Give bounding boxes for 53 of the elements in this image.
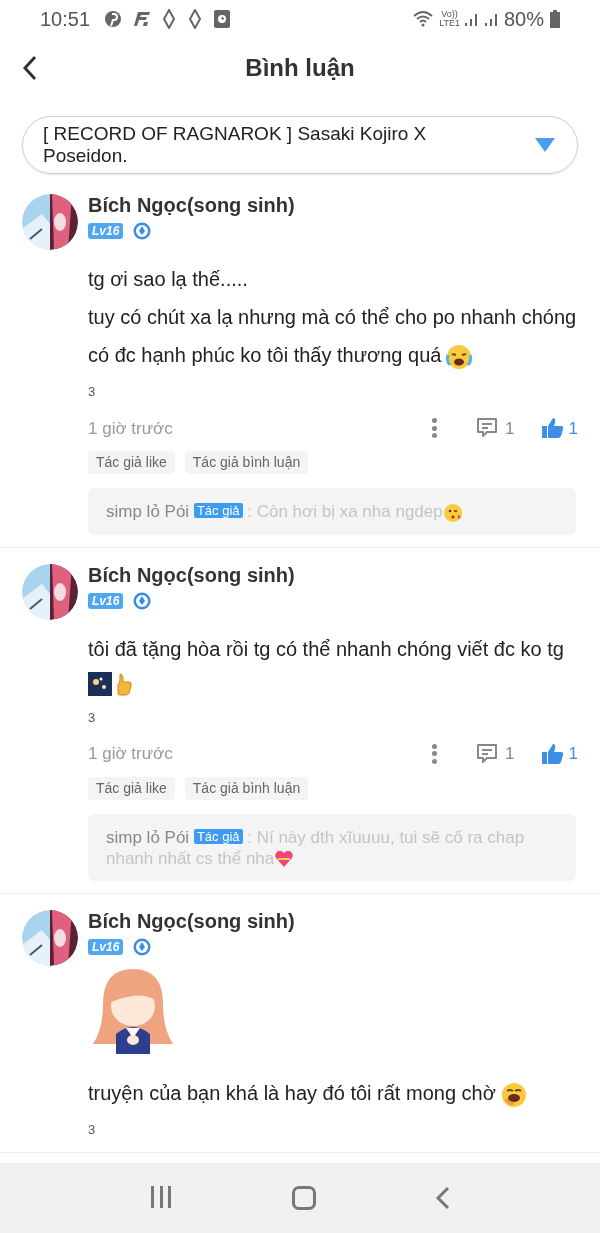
comment-icon xyxy=(475,417,500,440)
pin-icon xyxy=(104,10,123,28)
comment-text: truyện của bạn khá là hay đó tôi rất mong chờ xyxy=(88,1074,578,1113)
crying-face-icon xyxy=(445,342,474,371)
signal-icon xyxy=(483,11,500,27)
thumbs-up-icon xyxy=(540,742,565,765)
reaction-count: 3 xyxy=(88,708,97,727)
diamond-icon xyxy=(188,9,203,29)
more-icon[interactable] xyxy=(431,743,438,764)
user-name: Bích Ngọc(song sinh) xyxy=(88,193,296,218)
recent-apps-button[interactable] xyxy=(149,1186,174,1210)
more-icon[interactable] xyxy=(431,418,438,439)
level-badge: Lv16 xyxy=(88,223,124,239)
tag: Tác giả like xyxy=(88,776,175,800)
shield-icon xyxy=(133,591,152,610)
reply-button[interactable]: 1 xyxy=(475,741,515,767)
battery-percent: 80% xyxy=(503,7,544,32)
timestamp: 1 giờ trước xyxy=(88,417,174,440)
network-label: LTE1 xyxy=(439,19,460,28)
page-title: Bình luận xyxy=(245,53,355,83)
comment-text: tg ơi sao lạ thế..... xyxy=(88,267,249,292)
signal-icon xyxy=(463,11,480,27)
reply-button[interactable]: 1 xyxy=(475,415,515,441)
like-button[interactable]: 1 xyxy=(540,741,578,767)
like-button[interactable]: 1 xyxy=(540,415,578,441)
level-badge: Lv16 xyxy=(88,939,124,956)
tag: Tác giả bình luận xyxy=(184,451,309,474)
home-button[interactable] xyxy=(292,1186,316,1210)
thumbs-up-icon xyxy=(540,417,565,440)
comment-icon xyxy=(475,742,500,765)
thumbs-up-icon xyxy=(114,671,134,696)
clock-icon xyxy=(214,10,231,28)
shield-icon xyxy=(133,222,152,240)
tag: Tác giả like xyxy=(88,451,175,474)
reaction-count: 3 xyxy=(88,1121,97,1140)
comment-text: tôi đã tặng hòa rồi tg có thể nhanh chóng viết đc ko tg xyxy=(88,636,565,662)
reaction-count: 3 xyxy=(88,383,97,401)
app-icon xyxy=(134,12,151,26)
tag: Tác giả bình luận xyxy=(184,776,309,800)
shield-icon xyxy=(133,938,152,957)
fireworks-icon xyxy=(88,671,112,696)
kissing-face-icon xyxy=(442,502,463,523)
dropdown-arrow-icon xyxy=(535,138,555,152)
user-name: Bích Ngọc(song sinh) xyxy=(88,909,296,935)
battery-icon xyxy=(550,10,560,28)
timestamp: 1 giờ trước xyxy=(88,743,174,765)
level-badge: Lv16 xyxy=(88,592,124,609)
user-name: Bích Ngọc(song sinh) xyxy=(88,562,296,588)
yawning-face-icon xyxy=(499,1080,528,1109)
network-label: Vo)) xyxy=(441,10,458,19)
status-time: 10:51 xyxy=(40,7,91,32)
comment-text: tuy có chút xa lạ nhưng mà có thể cho po nhanh chóng có đc hạnh phúc ko tôi thấy thương quá xyxy=(88,298,578,374)
diamond-icon xyxy=(162,9,177,29)
